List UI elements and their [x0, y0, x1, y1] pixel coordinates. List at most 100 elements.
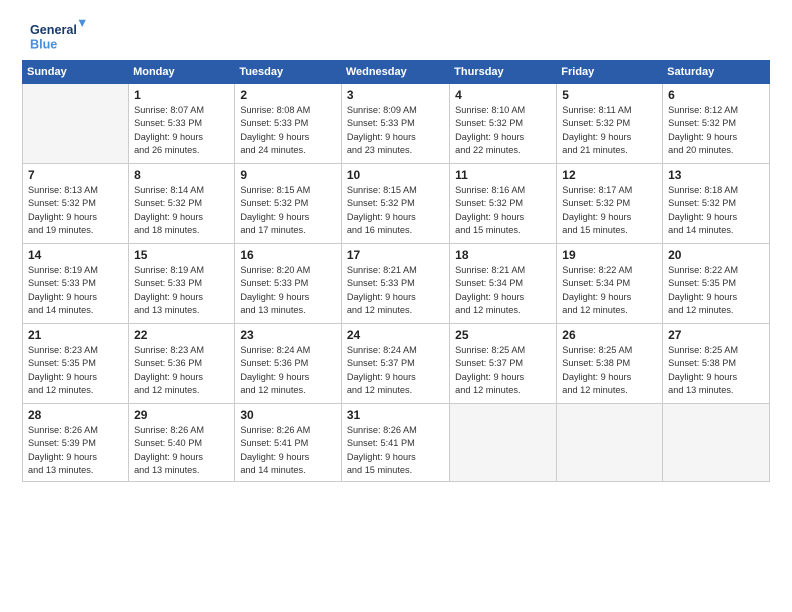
day-number: 19 — [562, 248, 657, 262]
col-header-friday: Friday — [557, 61, 663, 84]
day-number: 15 — [134, 248, 229, 262]
calendar-cell: 29Sunrise: 8:26 AM Sunset: 5:40 PM Dayli… — [129, 404, 235, 482]
calendar-table: SundayMondayTuesdayWednesdayThursdayFrid… — [22, 60, 770, 482]
svg-text:Blue: Blue — [30, 38, 57, 52]
day-info: Sunrise: 8:20 AM Sunset: 5:33 PM Dayligh… — [240, 264, 336, 317]
day-info: Sunrise: 8:23 AM Sunset: 5:36 PM Dayligh… — [134, 344, 229, 397]
day-number: 21 — [28, 328, 123, 342]
day-info: Sunrise: 8:17 AM Sunset: 5:32 PM Dayligh… — [562, 184, 657, 237]
day-number: 20 — [668, 248, 764, 262]
svg-text:General: General — [30, 23, 77, 37]
logo: General Blue — [22, 18, 96, 54]
day-info: Sunrise: 8:26 AM Sunset: 5:41 PM Dayligh… — [347, 424, 444, 477]
col-header-tuesday: Tuesday — [235, 61, 342, 84]
day-number: 25 — [455, 328, 551, 342]
calendar-cell — [557, 404, 663, 482]
calendar-cell: 6 Sunrise: 8:12 AM Sunset: 5:32 PM Daylig… — [663, 84, 770, 164]
calendar-cell: 18 Sunrise: 8:21 AM Sunset: 5:34 PM Dayli… — [450, 244, 557, 324]
calendar-cell: 31 Sunrise: 8:26 AM Sunset: 5:41 PM Dayli… — [341, 404, 449, 482]
day-info: Sunrise: 8:22 AM Sunset: 5:35 PM Dayligh… — [668, 264, 764, 317]
calendar-cell: 21 Sunrise: 8:23 AM Sunset: 5:35 PM Dayli… — [23, 324, 129, 404]
calendar-cell: 16 Sunrise: 8:20 AM Sunset: 5:33 PM Dayli… — [235, 244, 342, 324]
day-number: 1 — [134, 88, 229, 102]
calendar-cell: 15 Sunrise: 8:19 AM Sunset: 5:33 PM Dayli… — [129, 244, 235, 324]
col-header-sunday: Sunday — [23, 61, 129, 84]
day-number: 17 — [347, 248, 444, 262]
day-info: Sunrise: 8:21 AM Sunset: 5:34 PM Dayligh… — [455, 264, 551, 317]
day-number: 9 — [240, 168, 336, 182]
calendar-cell: 2 Sunrise: 8:08 AM Sunset: 5:33 PM Daylig… — [235, 84, 342, 164]
day-number: 11 — [455, 168, 551, 182]
calendar-cell: 23Sunrise: 8:24 AM Sunset: 5:36 PM Dayli… — [235, 324, 342, 404]
day-info: Sunrise: 8:09 AM Sunset: 5:33 PM Dayligh… — [347, 104, 444, 157]
day-number: 2 — [240, 88, 336, 102]
day-info: Sunrise: 8:08 AM Sunset: 5:33 PM Dayligh… — [240, 104, 336, 157]
day-number: 16 — [240, 248, 336, 262]
calendar-cell: 8 Sunrise: 8:14 AM Sunset: 5:32 PM Daylig… — [129, 164, 235, 244]
day-number: 10 — [347, 168, 444, 182]
page-header: General Blue — [22, 18, 770, 54]
day-info: Sunrise: 8:24 AM Sunset: 5:37 PM Dayligh… — [347, 344, 444, 397]
day-info: Sunrise: 8:26 AM Sunset: 5:41 PM Dayligh… — [240, 424, 336, 477]
day-info: Sunrise: 8:21 AM Sunset: 5:33 PM Dayligh… — [347, 264, 444, 317]
col-header-wednesday: Wednesday — [341, 61, 449, 84]
day-info: Sunrise: 8:25 AM Sunset: 5:37 PM Dayligh… — [455, 344, 551, 397]
day-number: 30 — [240, 408, 336, 422]
day-number: 13 — [668, 168, 764, 182]
calendar-cell — [450, 404, 557, 482]
calendar-cell: 14 Sunrise: 8:19 AM Sunset: 5:33 PM Dayli… — [23, 244, 129, 324]
calendar-cell: 25 Sunrise: 8:25 AM Sunset: 5:37 PM Dayli… — [450, 324, 557, 404]
calendar-cell: 4 Sunrise: 8:10 AM Sunset: 5:32 PM Daylig… — [450, 84, 557, 164]
calendar-cell: 5 Sunrise: 8:11 AM Sunset: 5:32 PM Daylig… — [557, 84, 663, 164]
calendar-cell: 9Sunrise: 8:15 AM Sunset: 5:32 PM Daylig… — [235, 164, 342, 244]
calendar-cell: 1 Sunrise: 8:07 AM Sunset: 5:33 PM Daylig… — [129, 84, 235, 164]
calendar-cell: 11Sunrise: 8:16 AM Sunset: 5:32 PM Dayli… — [450, 164, 557, 244]
day-number: 31 — [347, 408, 444, 422]
calendar-cell: 24 Sunrise: 8:24 AM Sunset: 5:37 PM Dayli… — [341, 324, 449, 404]
col-header-thursday: Thursday — [450, 61, 557, 84]
day-info: Sunrise: 8:07 AM Sunset: 5:33 PM Dayligh… — [134, 104, 229, 157]
calendar-cell: 26 Sunrise: 8:25 AM Sunset: 5:38 PM Dayli… — [557, 324, 663, 404]
day-number: 27 — [668, 328, 764, 342]
day-number: 24 — [347, 328, 444, 342]
day-number: 28 — [28, 408, 123, 422]
day-number: 18 — [455, 248, 551, 262]
day-number: 7 — [28, 168, 123, 182]
calendar-cell: 13 Sunrise: 8:18 AM Sunset: 5:32 PM Dayli… — [663, 164, 770, 244]
day-info: Sunrise: 8:23 AM Sunset: 5:35 PM Dayligh… — [28, 344, 123, 397]
calendar-cell: 27 Sunrise: 8:25 AM Sunset: 5:38 PM Dayli… — [663, 324, 770, 404]
calendar-cell: 12Sunrise: 8:17 AM Sunset: 5:32 PM Dayli… — [557, 164, 663, 244]
day-number: 3 — [347, 88, 444, 102]
day-info: Sunrise: 8:19 AM Sunset: 5:33 PM Dayligh… — [134, 264, 229, 317]
day-number: 26 — [562, 328, 657, 342]
calendar-cell: 28 Sunrise: 8:26 AM Sunset: 5:39 PM Dayli… — [23, 404, 129, 482]
calendar-cell: 17 Sunrise: 8:21 AM Sunset: 5:33 PM Dayli… — [341, 244, 449, 324]
day-info: Sunrise: 8:10 AM Sunset: 5:32 PM Dayligh… — [455, 104, 551, 157]
day-info: Sunrise: 8:25 AM Sunset: 5:38 PM Dayligh… — [562, 344, 657, 397]
day-number: 23 — [240, 328, 336, 342]
day-number: 6 — [668, 88, 764, 102]
day-number: 4 — [455, 88, 551, 102]
day-info: Sunrise: 8:26 AM Sunset: 5:40 PM Dayligh… — [134, 424, 229, 477]
calendar-cell: 3 Sunrise: 8:09 AM Sunset: 5:33 PM Daylig… — [341, 84, 449, 164]
day-info: Sunrise: 8:12 AM Sunset: 5:32 PM Dayligh… — [668, 104, 764, 157]
col-header-monday: Monday — [129, 61, 235, 84]
day-number: 22 — [134, 328, 229, 342]
day-info: Sunrise: 8:26 AM Sunset: 5:39 PM Dayligh… — [28, 424, 123, 477]
day-number: 8 — [134, 168, 229, 182]
calendar-cell: 30 Sunrise: 8:26 AM Sunset: 5:41 PM Dayli… — [235, 404, 342, 482]
day-info: Sunrise: 8:19 AM Sunset: 5:33 PM Dayligh… — [28, 264, 123, 317]
day-info: Sunrise: 8:13 AM Sunset: 5:32 PM Dayligh… — [28, 184, 123, 237]
day-info: Sunrise: 8:22 AM Sunset: 5:34 PM Dayligh… — [562, 264, 657, 317]
day-info: Sunrise: 8:11 AM Sunset: 5:32 PM Dayligh… — [562, 104, 657, 157]
calendar-header-row: SundayMondayTuesdayWednesdayThursdayFrid… — [23, 61, 770, 84]
day-info: Sunrise: 8:15 AM Sunset: 5:32 PM Dayligh… — [347, 184, 444, 237]
day-number: 5 — [562, 88, 657, 102]
day-info: Sunrise: 8:18 AM Sunset: 5:32 PM Dayligh… — [668, 184, 764, 237]
logo-icon: General Blue — [22, 18, 92, 54]
day-info: Sunrise: 8:25 AM Sunset: 5:38 PM Dayligh… — [668, 344, 764, 397]
day-info: Sunrise: 8:14 AM Sunset: 5:32 PM Dayligh… — [134, 184, 229, 237]
col-header-saturday: Saturday — [663, 61, 770, 84]
day-number: 14 — [28, 248, 123, 262]
calendar-cell: 20 Sunrise: 8:22 AM Sunset: 5:35 PM Dayli… — [663, 244, 770, 324]
